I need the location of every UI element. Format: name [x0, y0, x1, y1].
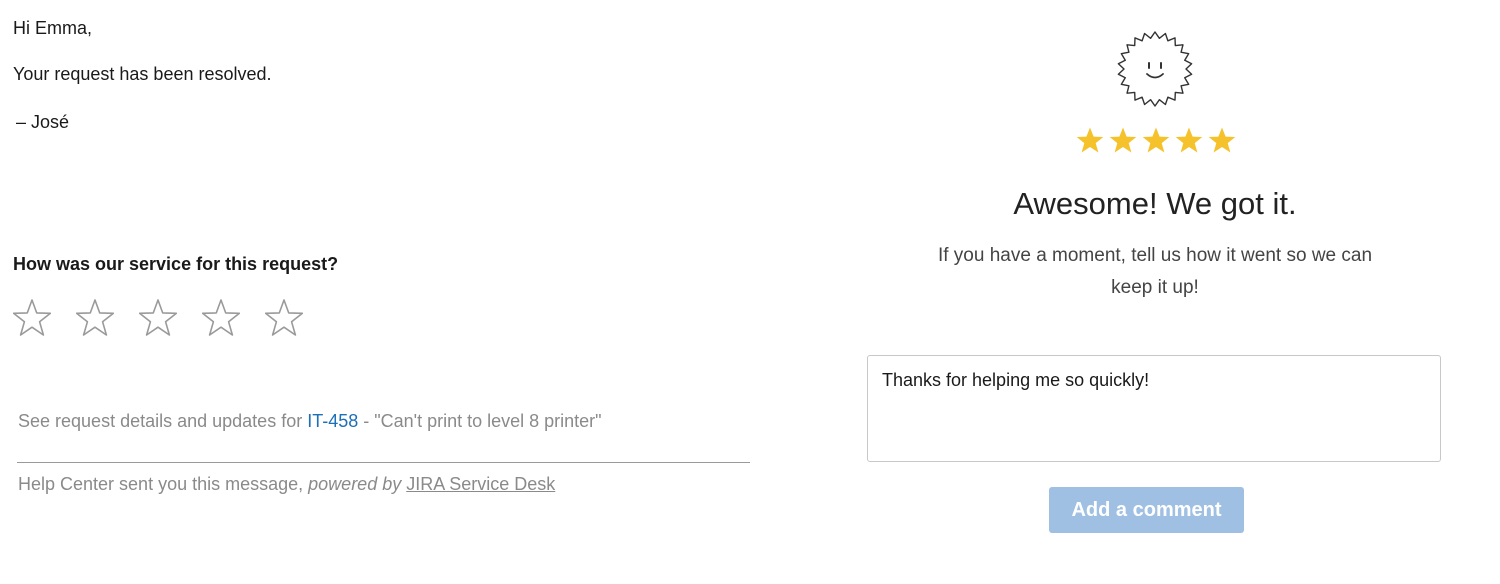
star-outline-icon[interactable] — [139, 297, 177, 339]
smiley-badge-icon — [1116, 30, 1194, 108]
email-greeting: Hi Emma, — [13, 18, 93, 38]
survey-star-rating — [13, 297, 328, 339]
footer-prefix: Help Center sent you this message, — [18, 474, 309, 494]
star-filled-icon — [1208, 126, 1236, 154]
details-prefix: See request details and updates for — [18, 411, 308, 431]
submitted-star-rating — [1076, 126, 1241, 156]
survey-question: How was our service for this request? — [13, 254, 339, 274]
jira-service-desk-link[interactable]: JIRA Service Desk — [406, 474, 555, 494]
comment-input[interactable]: Thanks for helping me so quickly! — [867, 355, 1441, 462]
star-outline-icon[interactable] — [13, 297, 51, 339]
star-filled-icon — [1175, 126, 1203, 154]
add-comment-button[interactable]: Add a comment — [1049, 487, 1244, 533]
star-filled-icon — [1076, 126, 1104, 154]
star-filled-icon — [1142, 126, 1170, 154]
footer-divider — [17, 462, 750, 463]
email-footer: Help Center sent you this message, power… — [18, 472, 555, 496]
star-outline-icon[interactable] — [202, 297, 240, 339]
email-message: Your request has been resolved. — [13, 64, 272, 84]
star-outline-icon[interactable] — [265, 297, 303, 339]
confirmation-heading: Awesome! We got it. — [1013, 186, 1297, 221]
email-signature: – José — [16, 112, 70, 132]
star-filled-icon — [1109, 126, 1137, 154]
issue-key-link[interactable]: IT-458 — [307, 411, 358, 431]
confirmation-subtext: If you have a moment, tell us how it wen… — [937, 245, 1373, 298]
request-details-line: See request details and updates for IT-4… — [18, 409, 602, 433]
details-summary: - "Can't print to level 8 printer" — [358, 411, 602, 431]
footer-powered-by: powered by — [308, 474, 402, 494]
star-outline-icon[interactable] — [76, 297, 114, 339]
